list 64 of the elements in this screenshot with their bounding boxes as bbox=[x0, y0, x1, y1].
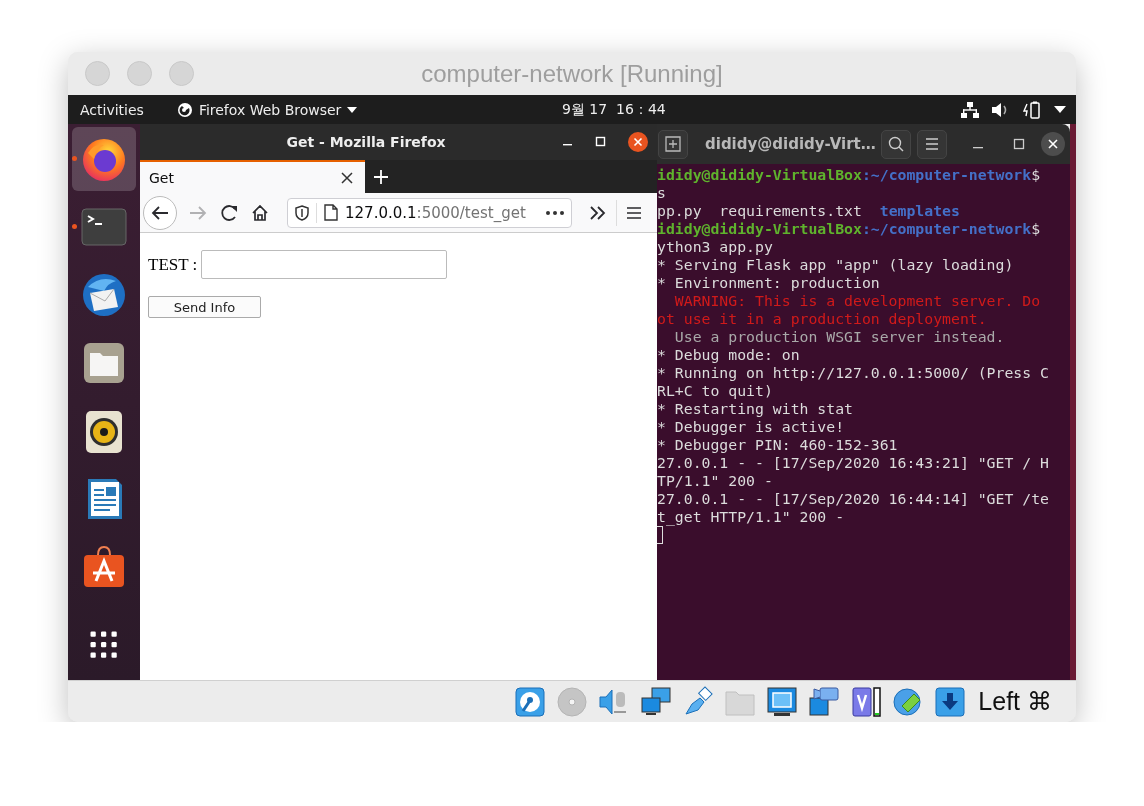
window-title: Get - Mozilla Firefox bbox=[285, 134, 447, 150]
search-button[interactable] bbox=[881, 129, 911, 159]
terminal-line: * Debugger is active! bbox=[657, 418, 845, 436]
battery-icon[interactable] bbox=[1023, 100, 1041, 119]
terminal-line: * Debug mode: on bbox=[657, 346, 800, 364]
close-button[interactable] bbox=[628, 132, 648, 152]
activities-button[interactable]: Activities bbox=[80, 101, 144, 118]
host-key-label: Left ⌘ bbox=[978, 687, 1052, 716]
text-field[interactable] bbox=[201, 250, 448, 279]
terminal-line: RL+C to quit) bbox=[657, 382, 773, 400]
terminal-line: s bbox=[657, 184, 666, 202]
maximize-button[interactable] bbox=[1013, 138, 1025, 150]
overflow-icon[interactable] bbox=[589, 205, 607, 220]
usb-plug-icon[interactable] bbox=[682, 685, 715, 718]
close-icon[interactable] bbox=[341, 171, 353, 184]
url-text: 127.0.0.1:5000/test_get bbox=[345, 203, 527, 222]
terminal-line: pp.py requirements.txt templates bbox=[657, 202, 960, 220]
terminal-line: ython3 app.py bbox=[657, 238, 773, 256]
terminal-line: * Running on http://127.0.0.1:5000/ (Press C bbox=[657, 364, 1049, 382]
terminal-cursor bbox=[657, 526, 663, 544]
terminal-line: WARNING: This is a development server. Do bbox=[673, 292, 1041, 310]
monitor-icon[interactable] bbox=[766, 685, 799, 718]
caret-icon[interactable] bbox=[1054, 106, 1066, 113]
browser-icon bbox=[176, 101, 193, 118]
url-field[interactable]: 127.0.0.1:5000/test_get bbox=[287, 197, 572, 228]
menu-icon bbox=[925, 138, 939, 150]
app-menu[interactable]: Firefox Web Browser bbox=[176, 101, 358, 118]
caret-icon bbox=[347, 106, 358, 113]
terminal-line: ididy@dididy-VirtualBox:~/computer-network$ bbox=[657, 220, 1041, 238]
tab-label: Get bbox=[149, 169, 174, 186]
download-icon[interactable] bbox=[934, 685, 967, 718]
dock-item-highlight[interactable] bbox=[72, 127, 136, 191]
more-actions-icon[interactable] bbox=[545, 209, 565, 216]
back-button[interactable] bbox=[142, 194, 178, 231]
browser-tab[interactable]: Get bbox=[140, 160, 365, 193]
plus-icon bbox=[665, 136, 681, 152]
window-title: computer-network [Running] bbox=[421, 59, 723, 88]
terminal-line: ot use it in a production deployment. bbox=[657, 310, 987, 328]
search-icon bbox=[888, 136, 904, 152]
terminal-line: TP/1.1" 200 - bbox=[657, 472, 773, 490]
terminal-line: ididy@dididy-VirtualBox:~/computer-network$ bbox=[657, 166, 1041, 184]
terminal-line: * Restarting with stat bbox=[657, 400, 853, 418]
window-title: dididy@dididy-Virt… bbox=[705, 135, 877, 153]
page-icon[interactable] bbox=[324, 204, 338, 221]
terminal-line: t_get HTTP/1.1" 200 - bbox=[657, 508, 845, 526]
close-button[interactable] bbox=[1041, 132, 1065, 156]
app-menu-label: Firefox Web Browser bbox=[198, 101, 342, 118]
clock[interactable]: 9월 17 16：44 bbox=[562, 100, 666, 119]
field-label: TEST : bbox=[148, 254, 198, 275]
terminal-line: Use a production WSGI server instead. bbox=[673, 328, 1005, 346]
menu-icon[interactable] bbox=[626, 205, 642, 220]
terminal-line: * Debugger PIN: 460-152-361 bbox=[657, 436, 898, 454]
network-icon[interactable] bbox=[961, 101, 979, 118]
send-info-button[interactable]: Send Info bbox=[148, 296, 261, 318]
video-camera-icon[interactable] bbox=[808, 685, 841, 718]
terminal-line: * Serving Flask app "app" (lazy loading) bbox=[657, 256, 1014, 274]
chip-icon[interactable] bbox=[850, 685, 883, 718]
shield-icon[interactable] bbox=[295, 204, 309, 221]
menu-button[interactable] bbox=[917, 129, 947, 159]
network-icon[interactable] bbox=[640, 685, 673, 718]
terminal-line: 27.0.0.1 - - [17/Sep/2020 16:44:14] "GET /te bbox=[657, 490, 1049, 508]
terminal-line: 27.0.0.1 - - [17/Sep/2020 16:43:21] "GET / H bbox=[657, 454, 1049, 472]
terminal-line: * Environment: production bbox=[657, 274, 880, 292]
mail-icon[interactable] bbox=[80, 271, 128, 319]
